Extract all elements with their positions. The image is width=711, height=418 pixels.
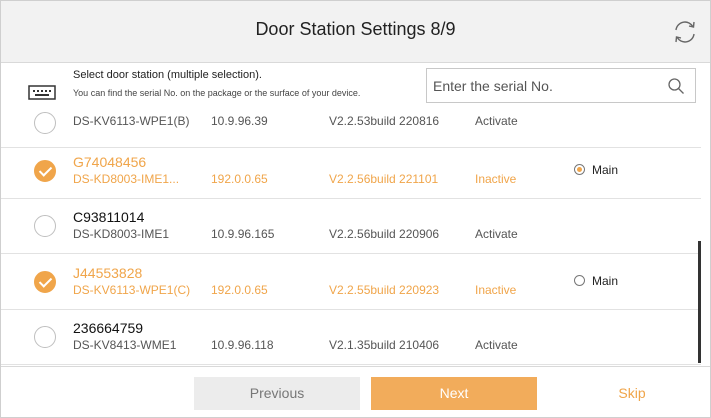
select-checkbox[interactable] [34,215,56,237]
device-status: Inactive [475,283,517,297]
device-model: DS-KV6113-WPE1(B) [73,114,190,128]
skip-button[interactable]: Skip [592,377,672,410]
device-version: V2.2.56build 220906 [329,227,440,241]
device-serial: C93811014 [73,209,145,225]
list-scrollbar[interactable] [698,241,701,363]
device-serial: 236664759 [73,320,144,336]
device-version: V2.2.55build 220923 [329,283,440,297]
device-status: Inactive [475,172,517,186]
search-box [426,68,696,103]
device-status: Activate [475,338,518,352]
device-model: DS-KD8003-IME1... [73,172,180,186]
device-icon [28,85,56,100]
select-checkbox[interactable] [34,160,56,182]
table-row[interactable]: G74048456 DS-KD8003-IME1... 192.0.0.65 V… [1,143,701,199]
serial-hint: You can find the serial No. on the packa… [73,88,361,98]
device-version: V2.1.35build 210406 [329,338,440,352]
table-row[interactable]: C93811014 DS-KD8003-IME1 10.9.96.165 V2.… [1,198,701,254]
table-row[interactable]: J44553828 DS-KV6113-WPE1(C) 192.0.0.65 V… [1,254,701,310]
main-radio-label: Main [592,163,619,177]
device-model: DS-KD8003-IME1 [73,227,170,241]
selection-hint: Select door station (multiple selection)… [73,69,262,81]
device-version: V2.2.53build 220816 [329,114,440,128]
next-button[interactable]: Next [371,377,537,410]
device-serial: J44553828 [73,265,143,281]
device-version: V2.2.56build 221101 [329,172,439,186]
header: Door Station Settings 8/9 [1,1,710,63]
main-radio[interactable]: Main [574,163,618,177]
serial-search-input[interactable] [427,69,674,102]
main-radio-label: Main [592,274,619,288]
refresh-icon[interactable] [670,17,700,47]
device-ip: 192.0.0.65 [211,283,268,297]
door-station-settings-window: Door Station Settings 8/9 Select door st… [0,0,711,418]
main-radio-dot[interactable] [574,164,585,175]
previous-button[interactable]: Previous [194,377,360,410]
device-model: DS-KV8413-WME1 [73,338,177,352]
footer: Previous Next Skip [1,366,710,417]
device-status: Activate [475,227,518,241]
select-checkbox[interactable] [34,326,56,348]
device-ip: 10.9.96.118 [211,338,274,352]
select-checkbox[interactable] [34,271,56,293]
device-serial: G74048456 [73,154,147,170]
device-status: Activate [475,114,518,128]
device-ip: 192.0.0.65 [211,172,268,186]
page-title: Door Station Settings 8/9 [255,19,456,39]
main-radio-dot[interactable] [574,275,585,286]
device-model: DS-KV6113-WPE1(C) [73,283,191,297]
select-checkbox[interactable] [34,112,56,134]
search-icon[interactable] [667,77,685,95]
table-row[interactable]: 236664759 DS-KV8413-WME1 10.9.96.118 V2.… [1,309,701,365]
door-station-list: DS-KV6113-WPE1(B) 10.9.96.39 V2.2.53buil… [1,109,710,367]
device-ip: 10.9.96.165 [211,227,275,241]
main-radio[interactable]: Main [574,274,618,288]
device-ip: 10.9.96.39 [211,114,268,128]
